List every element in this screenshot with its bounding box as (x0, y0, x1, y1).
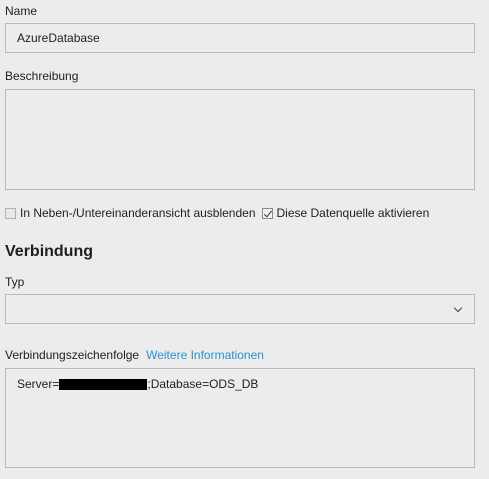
hide-in-split-view-label[interactable]: In Neben-/Untereinanderansicht ausblende… (20, 206, 256, 220)
connection-string-prefix: Server= (17, 377, 60, 391)
chevron-down-icon[interactable] (453, 303, 463, 313)
connection-string-label: Verbindungszeichenfolge (5, 348, 140, 362)
type-select[interactable] (5, 294, 475, 324)
connection-string-label-row: Verbindungszeichenfolge Weitere Informati… (5, 348, 264, 362)
connection-section-title: Verbindung (5, 243, 93, 260)
connection-string-textarea[interactable]: Server= ;Database=ODS_DB (5, 368, 475, 468)
options-row: In Neben-/Untereinanderansicht ausblende… (5, 206, 429, 220)
name-label: Name (5, 4, 38, 18)
connection-string-text: Server= ;Database=ODS_DB (17, 377, 258, 391)
connection-string-suffix: ;Database=ODS_DB (147, 377, 259, 391)
hide-in-split-view-checkbox[interactable] (5, 207, 16, 219)
name-input[interactable] (5, 23, 475, 53)
type-label: Typ (5, 275, 25, 289)
description-textarea[interactable] (5, 89, 475, 190)
activate-datasource-checkbox[interactable] (261, 207, 273, 219)
more-info-link[interactable]: Weitere Informationen (146, 348, 264, 362)
redacted-server-name (59, 378, 148, 390)
activate-datasource-label[interactable]: Diese Datenquelle aktivieren (277, 206, 430, 220)
description-label: Beschreibung (5, 69, 79, 83)
